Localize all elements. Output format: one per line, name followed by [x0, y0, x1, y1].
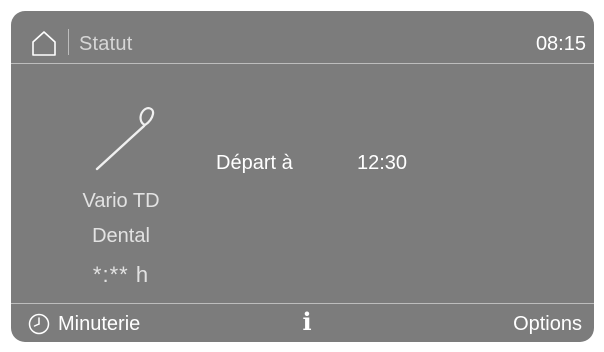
display-screen: Statut 08:15 Vario TD Dental *:** h Dépa… — [11, 11, 594, 342]
info-button[interactable]: i — [297, 308, 317, 336]
options-button[interactable]: Options — [513, 312, 582, 336]
footer-divider — [11, 303, 594, 304]
timer-label: Minuterie — [58, 313, 141, 335]
dental-instrument-icon — [91, 105, 159, 171]
header-divider — [11, 63, 594, 64]
status-header: Statut 08:15 — [11, 11, 594, 63]
device-frame: Statut 08:15 Vario TD Dental *:** h Dépa… — [0, 0, 604, 352]
home-button[interactable] — [31, 30, 57, 56]
timer-button[interactable]: Minuterie — [28, 311, 140, 337]
clock-display: 08:15 — [535, 33, 586, 55]
program-name-line2: Dental — [92, 225, 150, 247]
header-separator — [68, 29, 69, 55]
program-duration: *:** h — [92, 262, 150, 287]
start-time-value: 12:30 — [357, 152, 408, 174]
start-time-label: Départ à — [216, 152, 293, 174]
home-icon — [32, 31, 56, 56]
page-title: Statut — [79, 33, 133, 55]
clock-icon — [28, 313, 50, 335]
program-name-line1: Vario TD — [82, 190, 160, 212]
